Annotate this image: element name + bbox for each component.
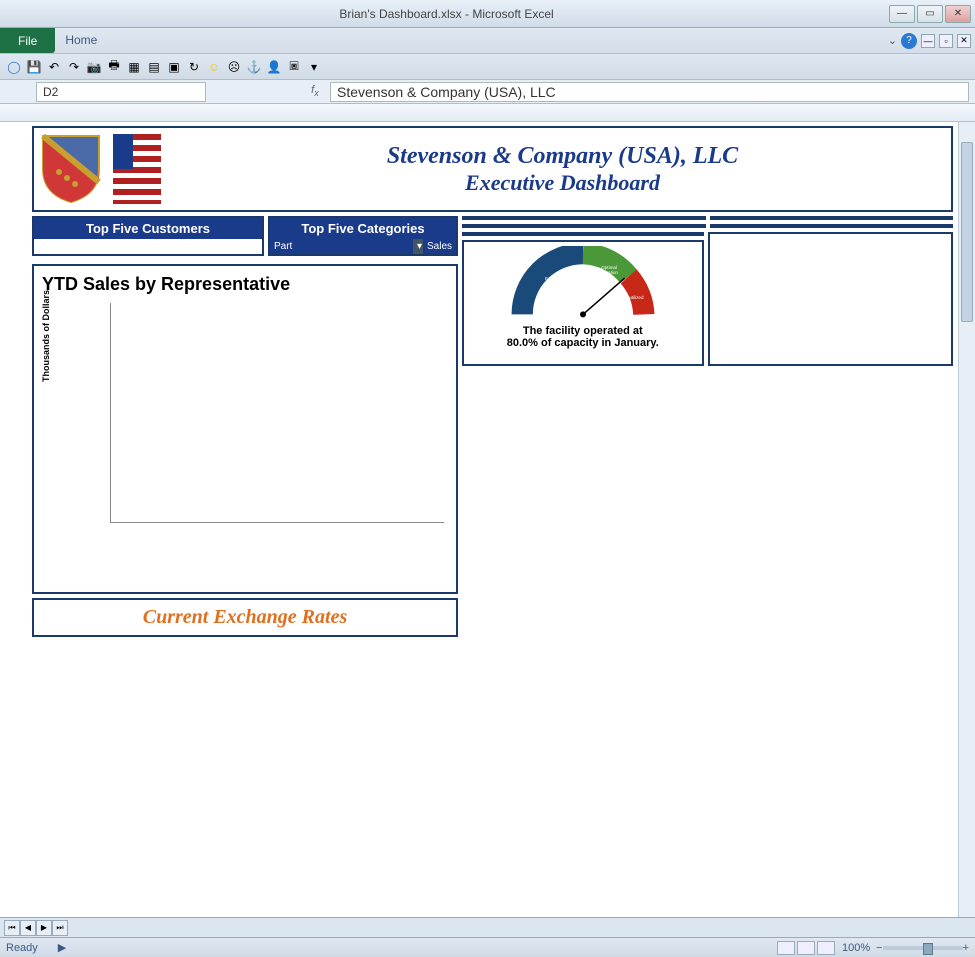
help-icon[interactable]: ? — [901, 33, 917, 49]
print-icon[interactable]: 🖶 — [106, 59, 122, 75]
status-bar: Ready ▶ 100% − + — [0, 937, 975, 957]
page-break-view-button[interactable] — [817, 941, 835, 955]
status-ready: Ready — [6, 942, 38, 954]
prev-sheet-button[interactable]: ◀ — [20, 920, 36, 936]
formula-bar[interactable] — [330, 82, 969, 102]
y-axis-label: Thousands of Dollars — [41, 290, 51, 382]
file-tab[interactable]: File — [0, 28, 55, 53]
bottom10-items-panel — [710, 224, 954, 228]
column-headers — [0, 104, 975, 122]
col-part: Part — [270, 239, 413, 254]
tree-icon[interactable]: 🞖 — [286, 59, 302, 75]
window-title: Brian's Dashboard.xlsx - Microsoft Excel — [4, 7, 889, 21]
zoom-in-button[interactable]: + — [963, 942, 969, 954]
workbook-restore-button[interactable]: ▫ — [939, 34, 953, 48]
bottom10-customers-panel — [462, 224, 706, 228]
redo-icon[interactable]: ↷ — [66, 59, 82, 75]
gauge-label-optimal: Optimal — [601, 265, 617, 270]
indices-panel — [462, 232, 704, 236]
panel-title: Top Five Customers — [34, 218, 262, 239]
workbook-minimize-button[interactable]: — — [921, 34, 935, 48]
ribbon-tabs: File Home ⌄ ? — ▫ ✕ — [0, 28, 975, 54]
exchange-rates-panel: Current Exchange Rates — [32, 598, 458, 637]
gauge-label-over: Overutilized — [619, 295, 643, 300]
svg-text:Utilization: Utilization — [598, 270, 618, 275]
top10-items-panel — [710, 216, 954, 220]
preview-icon[interactable]: ▦ — [126, 59, 142, 75]
close-button[interactable]: ✕ — [945, 5, 971, 23]
gauge-label-excess: ExcessCapacity — [545, 276, 578, 281]
col-sales: Sales — [423, 239, 456, 254]
title-bar: Brian's Dashboard.xlsx - Microsoft Excel… — [0, 0, 975, 28]
ribbon-tab-home[interactable]: Home — [55, 28, 107, 53]
border-icon[interactable]: ▣ — [166, 59, 182, 75]
fx-icon[interactable]: fx — [306, 84, 324, 98]
first-sheet-button[interactable]: ⏮ — [4, 920, 20, 936]
frown-icon[interactable]: ☹ — [226, 59, 242, 75]
zoom-slider[interactable] — [883, 946, 963, 950]
top5-customers-panel: Top Five Customers — [32, 216, 264, 256]
page-layout-view-button[interactable] — [797, 941, 815, 955]
gauge-text-1: The facility operated at — [468, 325, 698, 337]
workbook-close-button[interactable]: ✕ — [957, 34, 971, 48]
us-flag-icon — [105, 134, 169, 204]
gauge-text-2: 80.0% of capacity in January. — [468, 337, 698, 349]
panel-title: Current Exchange Rates — [36, 602, 454, 633]
ribbon-minimize-icon[interactable]: ⌄ — [888, 34, 897, 47]
worksheet-grid[interactable]: Stevenson & Company (USA), LLC Executive… — [0, 104, 975, 924]
normal-view-button[interactable] — [777, 941, 795, 955]
panel-title: Top Five Categories — [270, 218, 456, 239]
refresh-icon[interactable]: ↻ — [186, 59, 202, 75]
vertical-scrollbar[interactable] — [958, 122, 975, 924]
shield-icon — [39, 134, 103, 204]
save-icon[interactable]: 💾 — [26, 59, 42, 75]
maximize-button[interactable]: ▭ — [917, 5, 943, 23]
anchor-icon[interactable]: ⚓ — [246, 59, 262, 75]
top5-categories-panel: Top Five Categories Part ▾ Sales — [268, 216, 458, 256]
person-icon[interactable]: 👤 — [266, 59, 282, 75]
logo-area — [34, 128, 174, 210]
item-summary-panel — [708, 232, 954, 366]
chart-title: YTD Sales by Representative — [42, 274, 448, 295]
ytd-sales-chart: YTD Sales by Representative Thousands of… — [32, 264, 458, 594]
camera-icon[interactable]: 📷 — [86, 59, 102, 75]
filter-icon[interactable]: ▾ — [413, 239, 423, 254]
dashboard-header: Stevenson & Company (USA), LLC Executive… — [32, 126, 953, 212]
zoom-level: 100% — [842, 942, 870, 954]
new-icon[interactable]: ◯ — [6, 59, 22, 75]
quick-access-toolbar: ◯ 💾 ↶ ↷ 📷 🖶 ▦ ▤ ▣ ↻ ☺ ☹ ⚓ 👤 🞖 ▾ — [0, 54, 975, 80]
dashboard-title: Executive Dashboard — [465, 170, 660, 196]
name-box[interactable] — [36, 82, 206, 102]
company-name: Stevenson & Company (USA), LLC — [387, 143, 738, 170]
formula-bar-row: fx — [0, 80, 975, 104]
smiley-icon[interactable]: ☺ — [206, 59, 222, 75]
calc-icon[interactable]: ▤ — [146, 59, 162, 75]
last-sheet-button[interactable]: ⏭ — [52, 920, 68, 936]
undo-icon[interactable]: ↶ — [46, 59, 62, 75]
minimize-button[interactable]: — — [889, 5, 915, 23]
sheet-tabs-bar: ⏮ ◀ ▶ ⏭ — [0, 917, 975, 937]
next-sheet-button[interactable]: ▶ — [36, 920, 52, 936]
top10-customers-panel — [462, 216, 706, 220]
dropdown-icon[interactable]: ▾ — [306, 59, 322, 75]
capacity-gauge-panel: ExcessCapacity Optimal Utilization Overu… — [462, 240, 704, 366]
macro-record-icon[interactable]: ▶ — [58, 941, 66, 954]
